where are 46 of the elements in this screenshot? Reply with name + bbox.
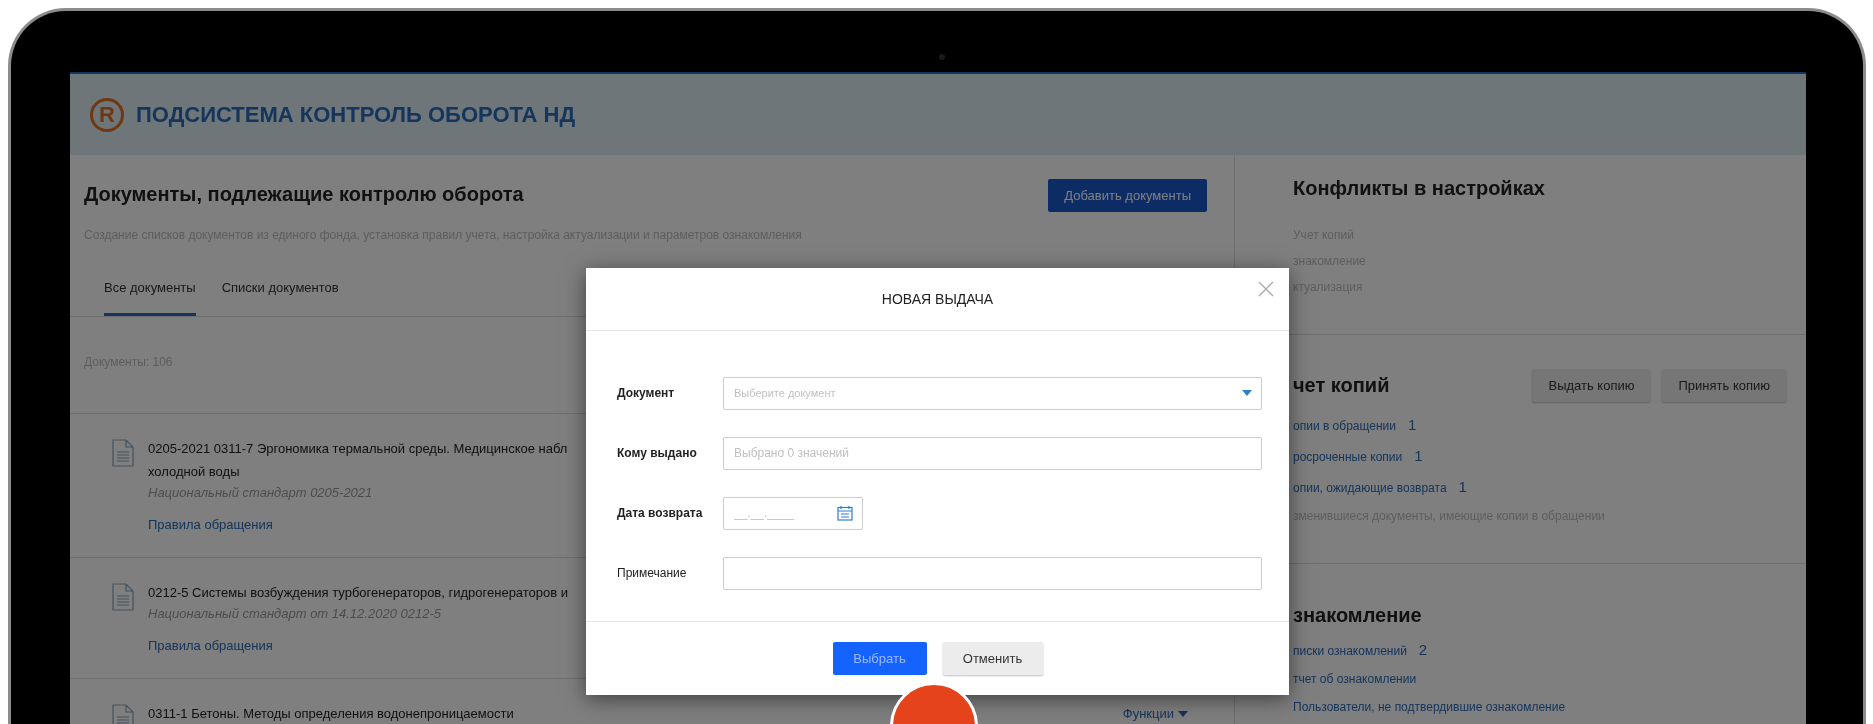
calendar-icon bbox=[837, 505, 853, 521]
document-title: холодной воды bbox=[148, 463, 241, 481]
field-label: Дата возврата bbox=[617, 506, 704, 520]
document-icon bbox=[112, 583, 134, 611]
tab[interactable]: Все документы bbox=[104, 270, 196, 316]
count-label: 1 bbox=[1414, 447, 1423, 464]
field-label: Кому выдано bbox=[617, 446, 698, 460]
copies-link[interactable]: опии, ожидающие возврата bbox=[1293, 481, 1447, 495]
rules-link[interactable]: Правила обращения bbox=[148, 638, 569, 653]
tab[interactable]: Списки документов bbox=[221, 270, 339, 316]
rules-link[interactable]: Правила обращения bbox=[148, 517, 568, 532]
section-title: чет копий bbox=[1293, 374, 1390, 397]
functions-menu[interactable]: Функции bbox=[1122, 706, 1188, 721]
copies-link[interactable]: росроченные копии bbox=[1293, 450, 1403, 464]
document-icon bbox=[112, 439, 134, 467]
copy-button[interactable]: Принять копию bbox=[1662, 369, 1786, 402]
count-label: 1 bbox=[1458, 478, 1467, 495]
add-documents-button[interactable]: Добавить документы bbox=[1048, 179, 1207, 212]
familiarization-link[interactable]: тчет об ознакомлении bbox=[1293, 672, 1417, 686]
camera-icon bbox=[939, 54, 945, 60]
field-label: Примечание bbox=[617, 566, 688, 580]
page-title: Документы, подлежащие контролю оборота bbox=[84, 183, 525, 206]
document-title: 0212-5 Системы возбуждения турбогенераторов, гидрогенераторов и bbox=[148, 584, 569, 602]
document-title: 0205-2021 0311-7 Эргономика термальной среды. Медицинское набл bbox=[148, 440, 568, 458]
date-field[interactable]: __.__.____ bbox=[723, 496, 863, 530]
document-icon bbox=[112, 704, 134, 724]
close-icon[interactable] bbox=[1257, 280, 1275, 298]
cancel-button[interactable]: Отменить bbox=[942, 642, 1043, 675]
field-label: Документ bbox=[617, 386, 676, 400]
document-select[interactable]: Выберите документ bbox=[723, 376, 1262, 410]
logo-icon: R bbox=[90, 97, 124, 132]
dropdown-caret-icon bbox=[1242, 390, 1252, 396]
section-title: знакомление bbox=[1293, 604, 1423, 627]
familiarization-link[interactable]: Пользователи, не подтвердившие ознакомление bbox=[1293, 700, 1566, 714]
section-title: Конфликты в настройках bbox=[1293, 177, 1546, 200]
app-title: ПОДСИСТЕМА КОНТРОЛЬ ОБОРОТА НД bbox=[136, 101, 576, 128]
input-field[interactable]: Выбрано 0 значений bbox=[723, 436, 1262, 470]
familiarization-link[interactable]: писки ознакомлений bbox=[1293, 644, 1407, 658]
count-label: 2 bbox=[1418, 641, 1428, 658]
copies-link[interactable]: опии в обращении bbox=[1293, 419, 1396, 433]
caret-icon bbox=[1178, 710, 1188, 717]
input-field[interactable] bbox=[723, 556, 1262, 590]
count-label: 1 bbox=[1407, 416, 1417, 433]
document-title: 0311-1 Бетоны. Методы определения водонепроницаемости bbox=[148, 705, 514, 723]
copy-button[interactable]: Выдать копию bbox=[1532, 369, 1651, 402]
modal-title: НОВАЯ ВЫДАЧА bbox=[881, 291, 994, 307]
